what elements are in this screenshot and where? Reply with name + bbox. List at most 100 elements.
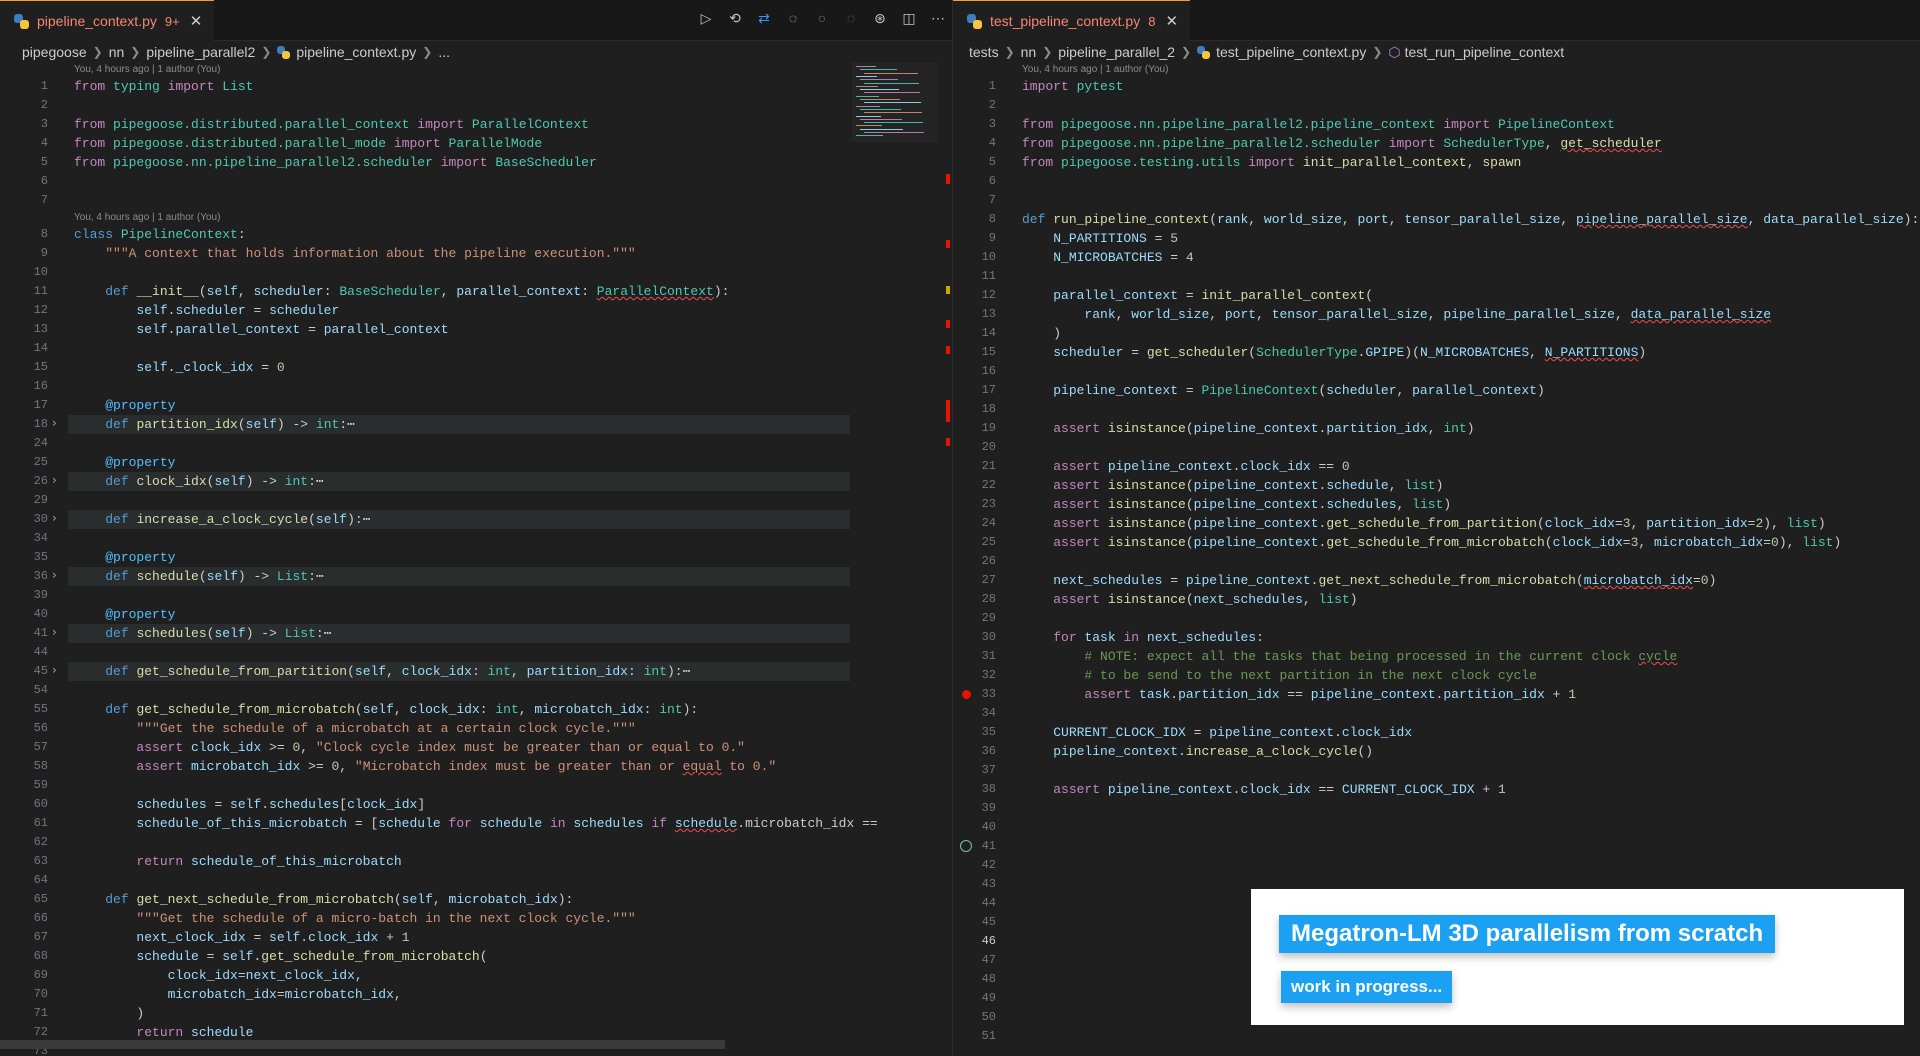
minimap-line [856, 105, 880, 107]
problem-count: 8 [1148, 13, 1156, 29]
right-tab-bar: test_pipeline_context.py 8 ✕ [953, 0, 1920, 41]
scrollbar-marker [946, 174, 950, 184]
scrollbar-marker [946, 240, 950, 248]
line-number: 70 [33, 987, 48, 1001]
go-back-icon[interactable]: ◌ [785, 10, 801, 26]
line-number: 35 [981, 725, 996, 739]
line-number: 32 [981, 668, 996, 682]
line-number: 20 [981, 440, 996, 454]
code-line: def get_schedule_from_microbatch(self, c… [105, 702, 699, 717]
fold-chevron-icon[interactable]: › [52, 663, 57, 677]
title-badge: Megatron-LM 3D parallelism from scratch [1279, 915, 1776, 953]
compare-icon[interactable]: ⇄ [756, 10, 772, 26]
codelens-blame[interactable]: You, 4 hours ago | 1 author (You) [74, 63, 220, 77]
breadcrumb-item[interactable]: pipeline_parallel2 [146, 44, 255, 60]
breadcrumb-item[interactable]: pipegoose [22, 44, 87, 60]
tab-pipeline-context[interactable]: pipeline_context.py 9+ ✕ [0, 0, 215, 41]
breadcrumb-item[interactable]: pipeline_context.py [296, 44, 416, 60]
breadcrumb-item[interactable]: test_run_pipeline_context [1405, 44, 1565, 60]
breadcrumb-item[interactable]: tests [969, 44, 999, 60]
code-line: @property [105, 455, 176, 470]
codelens-blame[interactable]: You, 4 hours ago | 1 author (You) [1022, 63, 1168, 77]
line-number: 18 [33, 417, 48, 431]
fold-chevron-icon[interactable]: › [52, 416, 57, 430]
line-number: 1 [988, 79, 996, 93]
line-number: 36 [981, 744, 996, 758]
scrollbar-marker [946, 286, 950, 294]
code-line: def get_schedule_from_partition(self, cl… [105, 664, 691, 679]
line-number: 45 [33, 664, 48, 678]
minimap-line [864, 82, 919, 84]
run-icon[interactable]: ▷ [698, 10, 714, 26]
chevron-right-icon: ❯ [92, 45, 103, 59]
breadcrumb-item[interactable]: ... [438, 44, 450, 60]
breadcrumb-item[interactable]: nn [109, 44, 125, 60]
split-editor-icon[interactable]: ◫ [901, 10, 917, 26]
line-number: 56 [33, 721, 48, 735]
more-icon[interactable]: ⋯ [930, 10, 946, 26]
line-number: 44 [981, 896, 996, 910]
code-line: next_schedules = pipeline_context.get_ne… [1053, 573, 1717, 588]
code-line: assert isinstance(pipeline_context.sched… [1053, 497, 1452, 512]
minimap-line [856, 95, 879, 97]
fold-chevron-icon[interactable]: › [52, 511, 57, 525]
fold-chevron-icon[interactable]: › [52, 568, 57, 582]
line-number: 10 [33, 265, 48, 279]
line-number: 54 [33, 683, 48, 697]
code-line: def partition_idx(self) -> int:⋯ [105, 417, 355, 432]
line-number: 60 [33, 797, 48, 811]
fold-chevron-icon[interactable]: › [52, 625, 57, 639]
line-number: 5 [40, 155, 48, 169]
chevron-right-icon: ❯ [261, 45, 272, 59]
chevron-right-icon: ❯ [1004, 45, 1015, 59]
line-number: 57 [33, 740, 48, 754]
merge-icon[interactable]: ⊛ [872, 10, 888, 26]
minimap-line [864, 72, 918, 74]
minimap-line [856, 75, 877, 77]
code-line: def increase_a_clock_cycle(self):⋯ [105, 512, 371, 527]
minimap-line [860, 108, 901, 110]
test-passed-icon[interactable] [960, 840, 972, 852]
line-number: 21 [981, 459, 996, 473]
line-number: 34 [981, 706, 996, 720]
breakpoint-icon[interactable] [962, 690, 971, 699]
line-number: 4 [40, 136, 48, 150]
go-forward-icon[interactable]: ◌ [843, 10, 859, 26]
code-line: def __init__(self, scheduler: BaseSchedu… [105, 284, 730, 299]
code-line: import pytest [1022, 79, 1124, 94]
line-number: 2 [40, 98, 48, 112]
line-number: 14 [33, 341, 48, 355]
circle-dot-icon[interactable]: ○ [814, 10, 830, 26]
history-icon[interactable]: ⟲ [727, 10, 743, 26]
line-number: 6 [988, 174, 996, 188]
line-number: 16 [981, 364, 996, 378]
tab-test-pipeline-context[interactable]: test_pipeline_context.py 8 ✕ [953, 0, 1191, 41]
code-line: assert pipeline_context.clock_idx == 0 [1053, 459, 1350, 474]
line-number: 13 [981, 307, 996, 321]
minimap-line [856, 135, 883, 137]
line-number: 25 [33, 455, 48, 469]
scrollbar-marker [946, 438, 950, 446]
code-area[interactable]: You, 4 hours ago | 1 author (You) 1 from t… [0, 62, 952, 1056]
codelens-blame[interactable]: You, 4 hours ago | 1 author (You) [74, 211, 220, 225]
line-number: 4 [988, 136, 996, 150]
close-icon[interactable]: ✕ [190, 12, 203, 30]
fold-chevron-icon[interactable]: › [52, 473, 57, 487]
code-line: ) [74, 1006, 145, 1021]
code-line: schedule = self.get_schedule_from_microb… [136, 949, 488, 964]
code-line: self._clock_idx = 0 [136, 360, 285, 375]
line-number: 10 [981, 250, 996, 264]
minimap-line [860, 89, 899, 91]
code-line: next_clock_idx = self.clock_idx + 1 [136, 930, 410, 945]
code-line: N_PARTITIONS = 5 [1053, 231, 1179, 246]
breadcrumb-item[interactable]: test_pipeline_context.py [1216, 44, 1366, 60]
horizontal-scrollbar[interactable] [0, 1040, 725, 1049]
breadcrumb-item[interactable]: nn [1021, 44, 1037, 60]
line-number: 26 [33, 474, 48, 488]
close-icon[interactable]: ✕ [1165, 12, 1178, 30]
line-number: 59 [33, 778, 48, 792]
breadcrumb-item[interactable]: pipeline_parallel_2 [1058, 44, 1175, 60]
line-number: 6 [40, 174, 48, 188]
minimap[interactable] [852, 62, 938, 142]
line-number: 68 [33, 949, 48, 963]
